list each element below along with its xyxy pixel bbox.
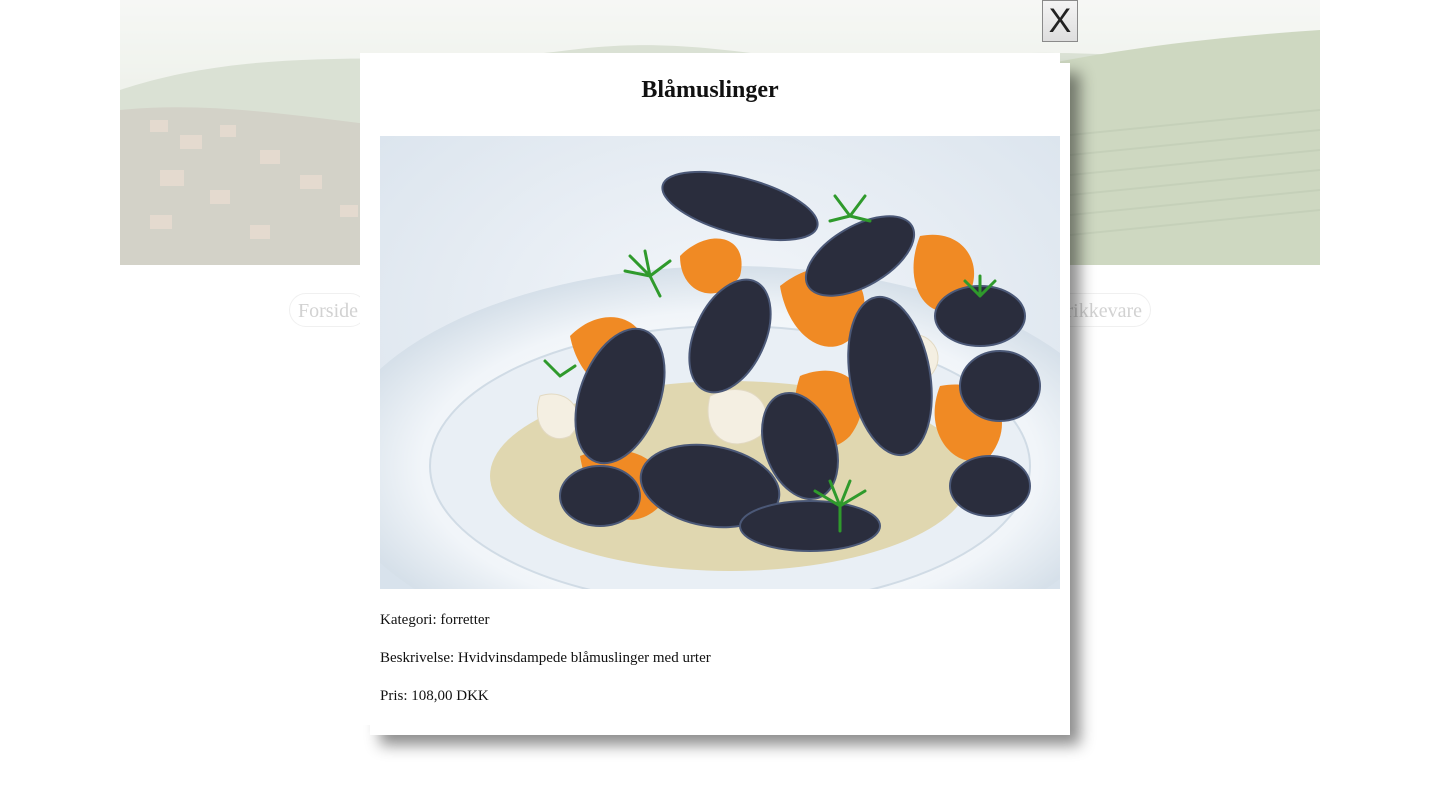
dish-photo: [380, 136, 1060, 589]
modal-title: Blåmuslinger: [641, 77, 779, 103]
dish-category: Kategori: forretter: [380, 612, 490, 628]
dish-price: Pris: 108,00 DKK: [380, 688, 489, 704]
dish-description: Beskrivelse: Hvidvinsdampede blåmuslinge…: [380, 650, 711, 666]
nav-item-forside[interactable]: Forside: [289, 293, 367, 327]
page: Forside Drikkevare Blåmuslinger Kategori…: [0, 0, 1440, 787]
dish-modal-shadow: Blåmuslinger Kategori: forretter Beskriv…: [360, 53, 1070, 735]
dish-modal: Blåmuslinger Kategori: forretter Beskriv…: [360, 53, 1060, 725]
close-button[interactable]: X: [1042, 0, 1078, 42]
